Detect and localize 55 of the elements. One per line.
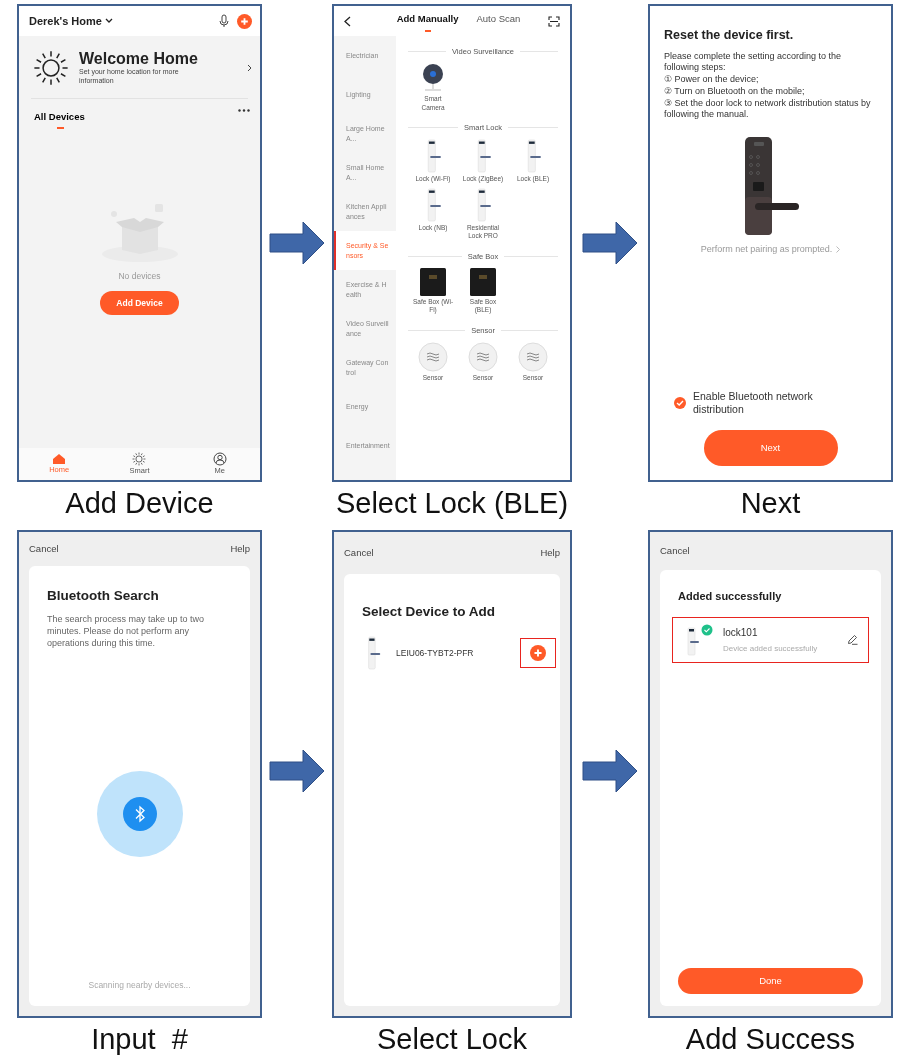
scan-icon[interactable] xyxy=(548,15,560,27)
home-icon xyxy=(52,453,67,466)
welcome-title: Welcome Home xyxy=(79,50,199,69)
checkbox[interactable] xyxy=(674,396,686,409)
status-text: Device added successfully xyxy=(723,642,819,655)
sensor-icon xyxy=(418,342,448,373)
person-icon xyxy=(212,452,227,467)
status-text: Scanning nearby devices... xyxy=(87,979,192,992)
home-name[interactable]: Derek's Home xyxy=(29,12,102,30)
step-caption: Select Lock (BLE) xyxy=(334,486,570,521)
sun-icon xyxy=(132,452,147,467)
page-title: Added successfully xyxy=(678,589,783,604)
cancel-link[interactable]: Cancel xyxy=(29,541,59,557)
instruction-text: Please complete the setting according to the following steps: xyxy=(664,50,843,75)
arrow-icon xyxy=(582,748,638,794)
safe-icon xyxy=(420,267,446,296)
step-caption: Select Lock xyxy=(376,1022,528,1057)
arrow-icon xyxy=(269,748,325,794)
add-icon[interactable] xyxy=(530,645,546,662)
more-icon[interactable] xyxy=(238,109,250,112)
step-caption: Add Success xyxy=(684,1022,857,1057)
page-title: Bluetooth Search xyxy=(47,587,160,605)
instruction-step: ① Power on the device; xyxy=(664,74,877,86)
chevron-right-icon[interactable] xyxy=(247,64,252,72)
back-icon[interactable] xyxy=(344,15,351,27)
edit-icon[interactable] xyxy=(847,634,858,645)
page-title: Select Device to Add xyxy=(362,603,497,621)
help-link[interactable]: Help xyxy=(540,545,560,561)
cancel-link[interactable]: Cancel xyxy=(660,543,690,559)
safe-icon xyxy=(470,267,496,296)
cancel-link[interactable]: Cancel xyxy=(344,545,374,561)
device-name: LEIU06-TYBT2-PFR xyxy=(396,646,475,660)
help-link[interactable]: Help xyxy=(230,541,250,557)
checkbox-label: Enable Bluetooth network distribution xyxy=(693,389,814,416)
arrow-icon xyxy=(269,220,325,266)
sensor-icon xyxy=(468,342,498,373)
chevron-down-icon[interactable] xyxy=(104,18,113,24)
device-row[interactable]: lock101 Device added successfully xyxy=(672,616,869,663)
step-caption: Next xyxy=(739,486,802,521)
bluetooth-icon xyxy=(122,797,157,832)
empty-message: No devices xyxy=(118,269,161,283)
tab[interactable]: Auto Scan xyxy=(476,10,521,32)
sensor-icon xyxy=(518,342,548,373)
description-text: The search process may take up to two minutes. Please do not perform any operations during this time. xyxy=(47,614,206,650)
step-caption: Add Device xyxy=(64,486,215,521)
add-icon[interactable] xyxy=(237,13,252,29)
camera-icon xyxy=(420,63,446,94)
device-name: lock101 xyxy=(723,625,759,640)
sun-icon xyxy=(33,50,69,86)
arrow-icon xyxy=(582,220,638,266)
step-caption: Input # xyxy=(90,1022,189,1057)
microphone-icon[interactable] xyxy=(219,14,229,28)
page-title: Reset the device first. xyxy=(664,27,795,44)
instruction-step: ② Turn on Bluetooth on the mobile; xyxy=(664,85,877,98)
instruction-step: ③ Set the door lock to network distribution status by following the manual. xyxy=(664,97,877,121)
